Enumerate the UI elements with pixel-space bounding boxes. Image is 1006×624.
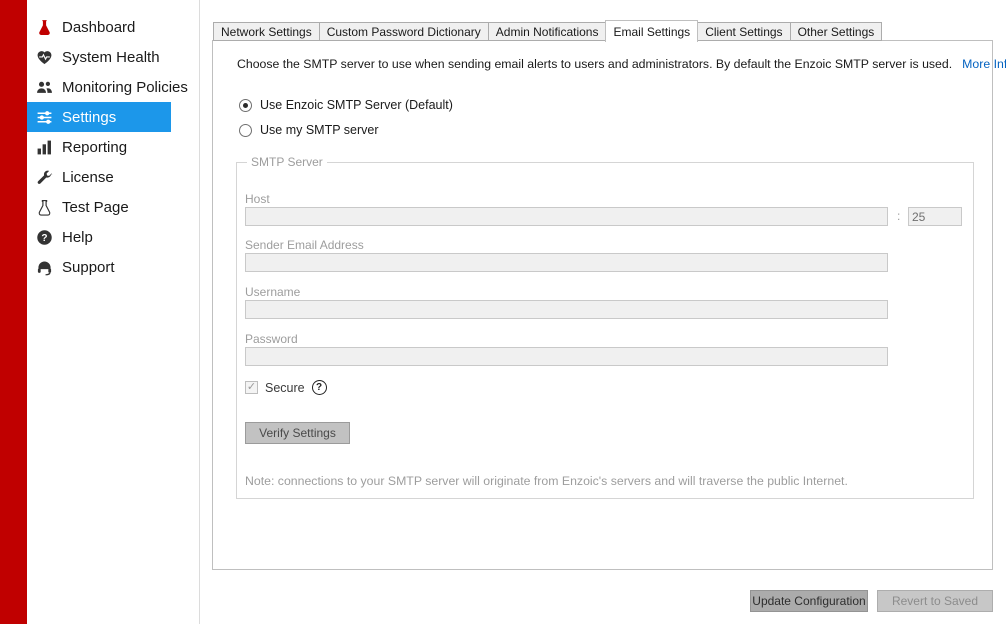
username-label: Username — [245, 285, 301, 299]
heartbeat-icon — [35, 48, 53, 66]
tab-admin-notifications[interactable]: Admin Notifications — [487, 22, 607, 41]
sidebar: Dashboard System Health Monitoring Polic… — [27, 0, 200, 624]
sliders-icon — [35, 108, 53, 126]
sender-email-input — [245, 253, 888, 272]
sidebar-item-label: Settings — [62, 108, 117, 126]
sidebar-item-label: Help — [62, 228, 93, 246]
sidebar-item-label: Test Page — [62, 198, 129, 216]
sidebar-item-dashboard[interactable]: Dashboard — [27, 12, 199, 42]
username-input — [245, 300, 888, 319]
smtp-server-groupbox: SMTP Server Host : Sender Email Address … — [236, 155, 974, 499]
password-input — [245, 347, 888, 366]
secure-row: ✓ Secure ? — [245, 380, 327, 395]
more-info-link[interactable]: More Info — [962, 57, 1006, 71]
host-label: Host — [245, 192, 270, 206]
sidebar-item-label: License — [62, 168, 114, 186]
radio-label: Use my SMTP server — [260, 123, 379, 137]
sender-email-label: Sender Email Address — [245, 238, 364, 252]
email-settings-panel: Choose the SMTP server to use when sendi… — [212, 40, 1006, 570]
host-input — [245, 207, 888, 226]
sidebar-item-test-page[interactable]: Test Page — [27, 192, 199, 222]
sidebar-item-label: Dashboard — [62, 18, 136, 36]
sidebar-item-license[interactable]: License — [27, 162, 199, 192]
smtp-description-row: Choose the SMTP server to use when sendi… — [237, 57, 1006, 71]
question-circle-icon: ? — [35, 228, 53, 246]
help-question-icon[interactable]: ? — [311, 380, 327, 395]
groupbox-title: SMTP Server — [247, 155, 327, 169]
sidebar-item-system-health[interactable]: System Health — [27, 42, 199, 72]
sidebar-item-label: Reporting — [62, 138, 128, 156]
password-label: Password — [245, 332, 298, 346]
users-icon — [35, 78, 53, 96]
sidebar-item-settings[interactable]: Settings — [27, 102, 171, 132]
sidebar-item-reporting[interactable]: Reporting — [27, 132, 199, 162]
tab-other-settings[interactable]: Other Settings — [789, 22, 883, 41]
port-separator: : — [897, 209, 901, 223]
revert-to-saved-button[interactable]: Revert to Saved — [877, 590, 993, 612]
radio-use-enzoic-smtp[interactable]: Use Enzoic SMTP Server (Default) — [239, 98, 453, 112]
tab-network-settings[interactable]: Network Settings — [213, 22, 320, 41]
sidebar-item-monitoring-policies[interactable]: Monitoring Policies — [27, 72, 199, 102]
tab-client-settings[interactable]: Client Settings — [697, 22, 791, 41]
smtp-description: Choose the SMTP server to use when sendi… — [237, 57, 953, 71]
secure-checkbox: ✓ — [245, 381, 258, 394]
tab-custom-password-dictionary[interactable]: Custom Password Dictionary — [318, 22, 489, 41]
sidebar-item-label: Support — [62, 258, 115, 276]
smtp-note: Note: connections to your SMTP server wi… — [245, 474, 848, 488]
flask-outline-icon — [35, 198, 53, 216]
flask-icon — [35, 18, 53, 36]
radio-use-my-smtp[interactable]: Use my SMTP server — [239, 123, 379, 137]
port-input — [908, 207, 962, 226]
sidebar-item-support[interactable]: Support — [27, 252, 199, 282]
sidebar-item-help[interactable]: ? Help — [27, 222, 199, 252]
sidebar-accent-bar — [0, 0, 27, 624]
radio-label: Use Enzoic SMTP Server (Default) — [260, 98, 453, 112]
wrench-icon — [35, 168, 53, 186]
sidebar-item-label: Monitoring Policies — [62, 78, 188, 96]
sidebar-item-label: System Health — [62, 48, 160, 66]
svg-text:?: ? — [41, 232, 47, 243]
bar-chart-icon — [35, 138, 53, 156]
radio-button[interactable] — [239, 123, 252, 137]
verify-settings-button: Verify Settings — [245, 422, 350, 444]
settings-tabs: Network Settings Custom Password Diction… — [213, 20, 883, 42]
radio-button-selected[interactable] — [239, 98, 252, 112]
secure-label: Secure — [265, 380, 305, 395]
tab-email-settings[interactable]: Email Settings — [605, 20, 699, 42]
headset-icon — [35, 258, 53, 276]
update-configuration-button[interactable]: Update Configuration — [750, 590, 868, 612]
